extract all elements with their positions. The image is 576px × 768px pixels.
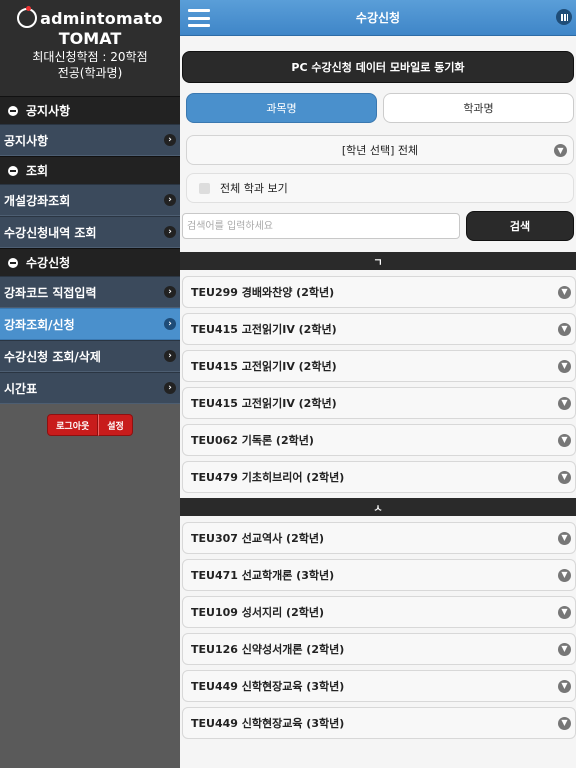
minus-icon (8, 165, 18, 176)
settings-button[interactable]: 설정 (98, 414, 133, 436)
section-header-label: 공지사항 (26, 104, 71, 118)
group-divider: ㄱ (180, 252, 576, 270)
course-label: TEU449 신학현장교육 (3학년) (191, 717, 345, 730)
grade-select[interactable]: [학년 선택] 전체 ▼ (186, 135, 574, 165)
chevron-down-icon: ▼ (558, 568, 571, 582)
chevron-down-icon: ▼ (558, 433, 571, 447)
chevron-right-icon: › (164, 382, 176, 394)
course-item[interactable]: TEU415 고전읽기IV (2학년) ▼ (182, 387, 576, 419)
chevron-right-icon: › (164, 350, 176, 362)
chevron-down-icon: ▼ (558, 359, 571, 373)
search-mode-tabs: 과목명 학과명 (186, 93, 574, 123)
grade-select-value: [학년 선택] 전체 (341, 144, 419, 157)
chevron-down-icon: ▼ (558, 716, 571, 730)
course-label: TEU415 고전읽기IV (2학년) (191, 360, 337, 373)
sidebar-item-registration-manage[interactable]: 수강신청 조회/삭제 › (0, 340, 180, 372)
sync-button[interactable]: PC 수강신청 데이터 모바일로 동기화 (182, 51, 574, 83)
minus-icon (8, 105, 18, 116)
top-bar: 수강신청 (180, 0, 576, 36)
section-header-inquiry: 조회 (0, 156, 180, 184)
course-label: TEU449 신학현장교육 (3학년) (191, 680, 345, 693)
chevron-down-icon: ▼ (558, 322, 571, 336)
course-label: TEU471 선교학개론 (3학년) (191, 569, 335, 582)
chevron-right-icon: › (164, 318, 176, 330)
sidebar-item-label: 강좌코드 직접입력 (4, 285, 97, 300)
section-header-label: 수강신청 (26, 256, 71, 270)
show-all-label: 전체 학과 보기 (220, 182, 288, 195)
section-header-registration: 수강신청 (0, 248, 180, 276)
credit-info: 최대신청학점 : 20학점 (32, 50, 148, 64)
search-button[interactable]: 검색 (466, 211, 574, 241)
section-header-label: 조회 (26, 164, 49, 178)
course-label: TEU109 성서지리 (2학년) (191, 606, 324, 619)
brand-sub: TOMAT (58, 29, 122, 48)
chevron-down-icon: ▼ (558, 285, 571, 299)
tomato-logo-icon (17, 6, 38, 28)
brand-block: admintomato TOMAT 최대신청학점 : 20학점 전공(학과명) (0, 0, 180, 96)
course-item[interactable]: TEU299 경배와찬양 (2학년) ▼ (182, 276, 576, 308)
course-item[interactable]: TEU415 고전읽기IV (2학년) ▼ (182, 350, 576, 382)
chevron-right-icon: › (164, 134, 176, 146)
sidebar-item-label: 개설강좌조회 (4, 193, 71, 208)
sidebar-item-timetable[interactable]: 시간표 › (0, 372, 180, 404)
show-all-departments-toggle[interactable]: 전체 학과 보기 (186, 173, 574, 203)
search-input[interactable] (182, 213, 460, 239)
course-item[interactable]: TEU479 기초히브리어 (2학년) ▼ (182, 461, 576, 493)
section-header-notice: 공지사항 (0, 96, 180, 124)
course-item[interactable]: TEU109 성서지리 (2학년) ▼ (182, 596, 576, 628)
sidebar-item-open-courses[interactable]: 개설강좌조회 › (0, 184, 180, 216)
course-item[interactable]: TEU471 선교학개론 (3학년) ▼ (182, 559, 576, 591)
course-label: TEU307 선교역사 (2학년) (191, 532, 324, 545)
chevron-right-icon: › (164, 226, 176, 238)
course-label: TEU299 경배와찬양 (2학년) (191, 286, 335, 299)
sidebar-item-label: 수강신청 조회/삭제 (4, 349, 101, 364)
chevron-down-icon: ▼ (558, 679, 571, 693)
course-item[interactable]: TEU062 기독론 (2학년) ▼ (182, 424, 576, 456)
group-divider: ㅅ (180, 498, 576, 516)
sidebar-item-course-search-apply[interactable]: 강좌조회/신청 › (0, 308, 180, 340)
course-item[interactable]: TEU449 신학현장교육 (3학년) ▼ (182, 707, 576, 739)
main-panel: 수강신청 PC 수강신청 데이터 모바일로 동기화 과목명 학과명 [학년 선택… (180, 0, 576, 768)
minus-icon (8, 257, 18, 268)
sidebar: admintomato TOMAT 최대신청학점 : 20학점 전공(학과명) … (0, 0, 180, 768)
sidebar-item-registration-history[interactable]: 수강신청내역 조회 › (0, 216, 180, 248)
course-item[interactable]: TEU449 신학현장교육 (3학년) ▼ (182, 670, 576, 702)
chevron-down-icon: ▼ (558, 531, 571, 545)
course-list: TEU307 선교역사 (2학년) ▼ TEU471 선교학개론 (3학년) ▼ T… (180, 516, 576, 739)
chevron-down-icon: ▼ (558, 470, 571, 484)
course-label: TEU126 신약성서개론 (2학년) (191, 643, 345, 656)
chevron-right-icon: › (164, 286, 176, 298)
chevron-right-icon: › (164, 194, 176, 206)
course-item[interactable]: TEU415 고전읽기IV (2학년) ▼ (182, 313, 576, 345)
tab-course-name[interactable]: 과목명 (186, 93, 377, 123)
search-row: 검색 (182, 211, 574, 241)
course-label: TEU479 기초히브리어 (2학년) (191, 471, 345, 484)
sidebar-item-label: 수강신청내역 조회 (4, 225, 97, 240)
sidebar-item-notice[interactable]: 공지사항 › (0, 124, 180, 156)
hamburger-menu-icon[interactable] (188, 9, 210, 27)
course-item[interactable]: TEU307 선교역사 (2학년) ▼ (182, 522, 576, 554)
page-title: 수강신청 (355, 11, 401, 25)
course-list: TEU299 경배와찬양 (2학년) ▼ TEU415 고전읽기IV (2학년) ▼… (180, 270, 576, 493)
chevron-down-icon: ▼ (554, 144, 567, 157)
grid-menu-icon[interactable] (556, 9, 572, 25)
tab-department-name[interactable]: 학과명 (383, 93, 574, 123)
chevron-down-icon: ▼ (558, 642, 571, 656)
sidebar-item-label: 강좌조회/신청 (4, 317, 75, 332)
course-label: TEU415 고전읽기IV (2학년) (191, 323, 337, 336)
course-item[interactable]: TEU126 신약성서개론 (2학년) ▼ (182, 633, 576, 665)
sidebar-item-label: 시간표 (4, 381, 38, 396)
chevron-down-icon: ▼ (558, 396, 571, 410)
sidebar-item-label: 공지사항 (4, 133, 49, 148)
checkbox-icon[interactable] (199, 182, 210, 194)
course-label: TEU415 고전읽기IV (2학년) (191, 397, 337, 410)
course-label: TEU062 기독론 (2학년) (191, 434, 314, 447)
major-info: 전공(학과명) (57, 66, 123, 80)
logout-button[interactable]: 로그아웃 (47, 414, 99, 436)
brand-name: admintomato (40, 8, 163, 28)
account-buttons: 로그아웃 설정 (0, 404, 180, 436)
chevron-down-icon: ▼ (558, 605, 571, 619)
sidebar-item-course-code-entry[interactable]: 강좌코드 직접입력 › (0, 276, 180, 308)
